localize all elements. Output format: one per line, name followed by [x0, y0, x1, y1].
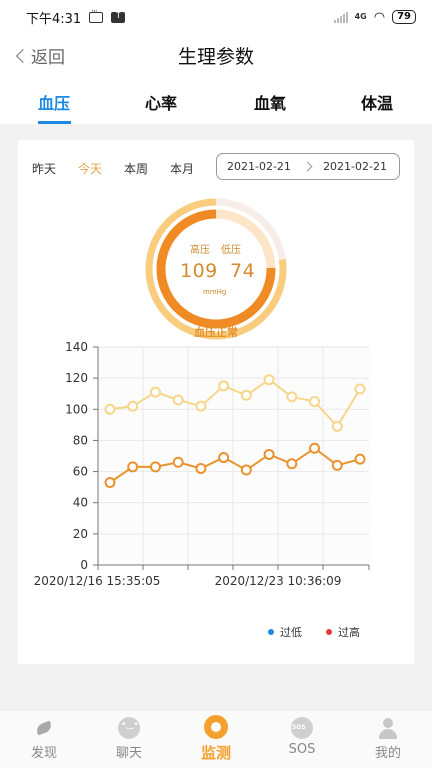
data-point	[240, 389, 252, 401]
tab-blood-oxygen[interactable]: 血氧	[254, 90, 286, 114]
data-point	[331, 459, 343, 471]
signal-icon	[333, 11, 348, 23]
legend-dot-high	[326, 629, 332, 635]
data-point	[286, 391, 298, 403]
network-type: 4G	[354, 12, 367, 21]
sos-icon	[291, 717, 313, 739]
legend-item-high: 过高	[326, 624, 360, 640]
upload-icon	[111, 10, 126, 23]
data-point	[195, 400, 207, 412]
data-point	[263, 448, 275, 460]
data-point	[104, 403, 116, 415]
y-tick-label: 60	[73, 465, 88, 479]
y-tick-label: 20	[73, 527, 88, 541]
data-point	[286, 458, 298, 470]
nav-sos[interactable]: SOS	[272, 717, 332, 757]
message-icon	[89, 7, 104, 23]
battery-level: 79	[392, 10, 416, 24]
data-point	[218, 380, 230, 392]
data-point	[127, 461, 139, 473]
y-tick-label: 0	[80, 558, 88, 572]
nav-label: SOS	[288, 742, 316, 757]
monitor-icon	[204, 715, 228, 739]
tab-bar: 血压 心率 血氧 体温	[0, 80, 432, 124]
header: 返回 生理参数	[0, 34, 432, 80]
data-point	[127, 400, 139, 412]
legend-label-high: 过高	[338, 626, 360, 639]
data-point	[240, 464, 252, 476]
tab-heart-rate[interactable]: 心率	[145, 90, 177, 114]
y-tick-label: 120	[65, 371, 88, 385]
y-tick-label: 100	[65, 402, 88, 416]
legend-label-low: 过低	[280, 626, 302, 639]
bird-icon	[33, 717, 55, 739]
tab-temperature[interactable]: 体温	[361, 90, 393, 114]
y-tick-label: 40	[73, 496, 88, 510]
user-icon	[377, 717, 399, 739]
x-tick-label: 2020/12/16 15:35:05	[34, 574, 161, 588]
nav-label: 聊天	[115, 746, 142, 761]
data-point	[149, 386, 161, 398]
y-tick-label: 140	[65, 340, 88, 354]
status-time: 下午4:31	[26, 11, 82, 27]
data-point	[172, 394, 184, 406]
data-point	[309, 442, 321, 454]
status-bar: 下午4:31 4G ◠ 79	[0, 0, 432, 34]
data-point	[263, 374, 275, 386]
tab-blood-pressure[interactable]: 血压	[38, 90, 70, 114]
data-point	[354, 383, 366, 395]
wifi-icon: ◠	[373, 9, 386, 25]
x-tick-label: 2020/12/23 10:36:09	[215, 574, 342, 588]
data-point	[149, 461, 161, 473]
bp-line-chart: 0 20 40 60 80 100 120 140 2020/12/16 15:35:05 202…	[34, 340, 370, 588]
bp-card: 昨天 今天 本周 本月 2021-02-21 2021-02-21 高压 低压 …	[18, 140, 414, 664]
data-point	[218, 452, 230, 464]
data-point	[331, 420, 343, 432]
legend-item-low: 过低	[268, 624, 302, 640]
legend-dot-low	[268, 629, 274, 635]
nav-discover[interactable]: 发现	[14, 717, 74, 761]
chat-icon	[118, 717, 140, 739]
bottom-nav: 发现 聊天 监测 SOS 我的	[0, 710, 432, 768]
nav-label: 我的	[374, 746, 401, 761]
nav-label: 发现	[30, 746, 57, 761]
data-point	[104, 476, 116, 488]
nav-monitor[interactable]: 监测	[186, 715, 246, 763]
y-tick-label: 80	[73, 433, 88, 447]
nav-chat[interactable]: 聊天	[99, 717, 159, 761]
page-title: 生理参数	[177, 46, 254, 68]
nav-label: 监测	[200, 744, 231, 762]
data-point	[309, 396, 321, 407]
data-point	[195, 462, 207, 474]
data-point	[172, 456, 184, 468]
data-point	[354, 453, 366, 465]
nav-me[interactable]: 我的	[358, 717, 418, 761]
